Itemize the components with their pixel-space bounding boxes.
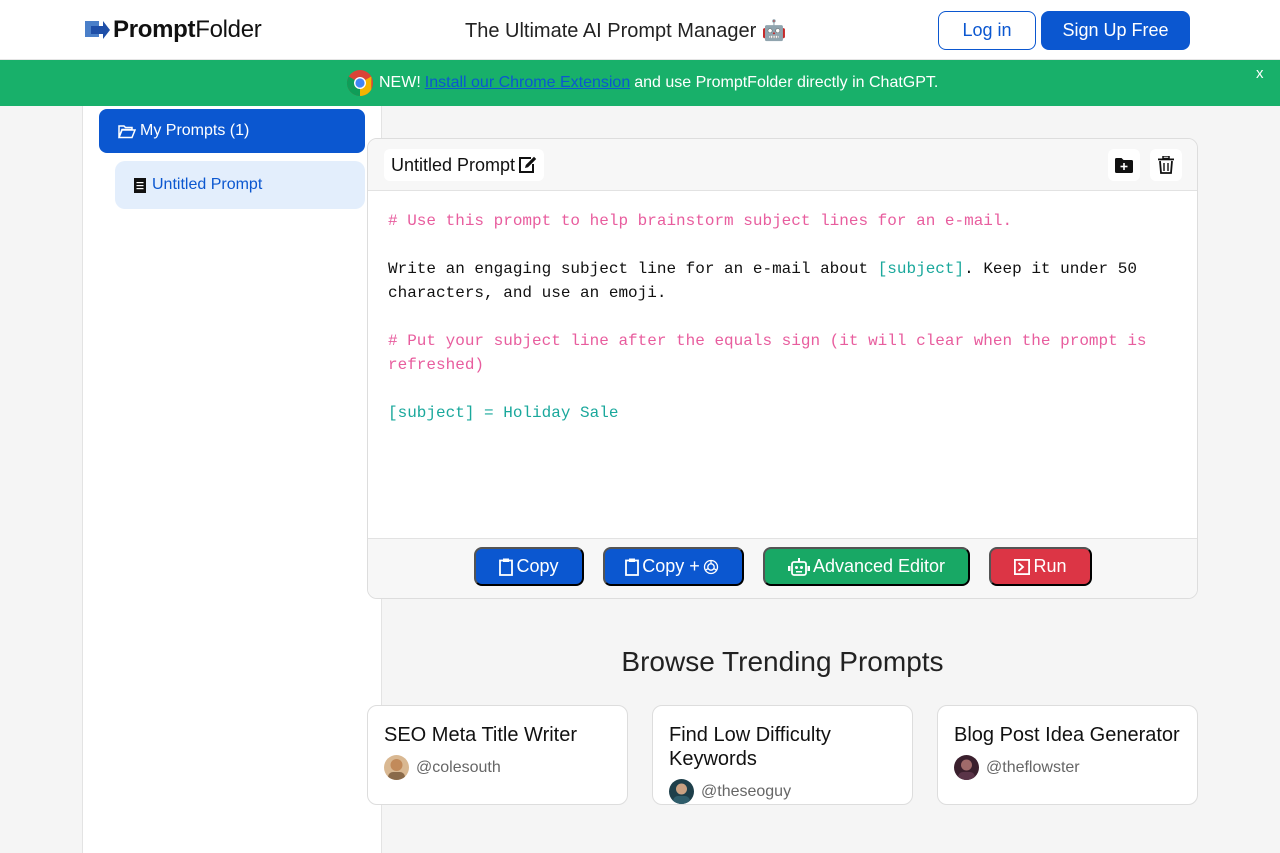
sidebar-folder-my-prompts[interactable]: My Prompts (1) [99, 109, 365, 153]
tagline: The Ultimate AI Prompt Manager 🤖 [465, 20, 787, 42]
trending-card[interactable]: SEO Meta Title Writer @colesouth [367, 705, 628, 805]
signup-button[interactable]: Sign Up Free [1041, 11, 1190, 50]
copy-button[interactable]: Copy [474, 547, 584, 586]
login-button[interactable]: Log in [938, 11, 1036, 50]
install-extension-link[interactable]: Install our Chrome Extension [425, 74, 630, 92]
editor-line: [subject] = Holiday Sale [388, 404, 619, 422]
top-header: PromptFolder The Ultimate AI Prompt Mana… [0, 0, 1280, 60]
terminal-icon [1014, 558, 1031, 575]
announcement-banner: NEW! Install our Chrome Extension and us… [0, 60, 1280, 106]
editor-variable: [subject] [877, 260, 965, 278]
chrome-icon [346, 70, 373, 97]
run-button-label: Run [1033, 556, 1067, 576]
trending-card-author[interactable]: @theseoguy [669, 779, 896, 804]
editor-line: Write an engaging subject line for an e-… [388, 257, 1178, 305]
folder-open-icon [118, 124, 136, 138]
sidebar-item-label: Untitled Prompt [152, 176, 263, 193]
copy-to-chatgpt-button[interactable]: Copy + [603, 547, 744, 586]
sidebar-item-untitled-prompt[interactable]: Untitled Prompt [115, 161, 365, 209]
run-button[interactable]: Run [989, 547, 1092, 586]
clipboard-icon [625, 558, 640, 576]
openai-icon [703, 559, 718, 574]
trending-heading: Browse Trending Prompts [621, 646, 944, 677]
prompt-card: Untitled Prompt # Use this prompt to hel… [367, 138, 1198, 599]
trending-card-title: Blog Post Idea Generator [954, 724, 1180, 746]
prompt-card-header: Untitled Prompt [368, 139, 1197, 191]
advanced-editor-button[interactable]: Advanced Editor [763, 547, 970, 586]
new-folder-button[interactable] [1108, 149, 1140, 181]
trash-icon [1158, 156, 1174, 174]
logo-text: PromptFolder [113, 16, 262, 43]
banner-text: and use PromptFolder directly in ChatGPT… [634, 74, 939, 91]
prompt-title[interactable]: Untitled Prompt [384, 149, 545, 181]
author-handle: @colesouth [416, 758, 501, 776]
folder-arrow-logo-icon [85, 21, 110, 39]
document-icon [134, 177, 146, 193]
author-handle: @theseoguy [701, 782, 792, 800]
prompt-actions: Copy Copy + Advanced Editor Run [368, 538, 1197, 598]
advanced-editor-label: Advanced Editor [812, 556, 946, 576]
trending-card-author[interactable]: @theflowster [954, 755, 1181, 780]
edit-icon[interactable] [518, 156, 537, 174]
delete-button[interactable] [1150, 149, 1182, 181]
copy-button-label: Copy [516, 556, 559, 576]
author-handle: @theflowster [986, 758, 1080, 776]
trending-card-title: Find Low Difficulty Keywords [669, 724, 831, 770]
editor-line: # Put your subject line after the equals… [388, 332, 1157, 374]
folder-plus-icon [1115, 157, 1133, 173]
editor-line: # Use this prompt to help brainstorm sub… [388, 212, 1013, 230]
trending-card-title: SEO Meta Title Writer [384, 724, 578, 746]
trending-card[interactable]: Find Low Difficulty Keywords @theseoguy [652, 705, 913, 805]
prompt-editor[interactable]: # Use this prompt to help brainstorm sub… [388, 209, 1178, 425]
clipboard-icon [499, 558, 514, 576]
robot-icon [787, 557, 810, 576]
trending-card-author[interactable]: @colesouth [384, 755, 611, 780]
trending-card[interactable]: Blog Post Idea Generator @theflowster [937, 705, 1198, 805]
editor-text: Write an engaging subject line for an e-… [388, 260, 878, 278]
banner-close-button[interactable]: x [1256, 65, 1264, 82]
avatar [669, 779, 694, 804]
logo[interactable]: PromptFolder [85, 16, 262, 44]
sidebar: My Prompts (1) Untitled Prompt [82, 106, 382, 853]
folder-label: My Prompts (1) [140, 122, 250, 139]
banner-prefix: NEW! [379, 74, 421, 91]
avatar [384, 755, 409, 780]
avatar [954, 755, 979, 780]
prompt-title-text: Untitled Prompt [391, 154, 516, 175]
copy-plus-label: Copy + [642, 556, 700, 576]
